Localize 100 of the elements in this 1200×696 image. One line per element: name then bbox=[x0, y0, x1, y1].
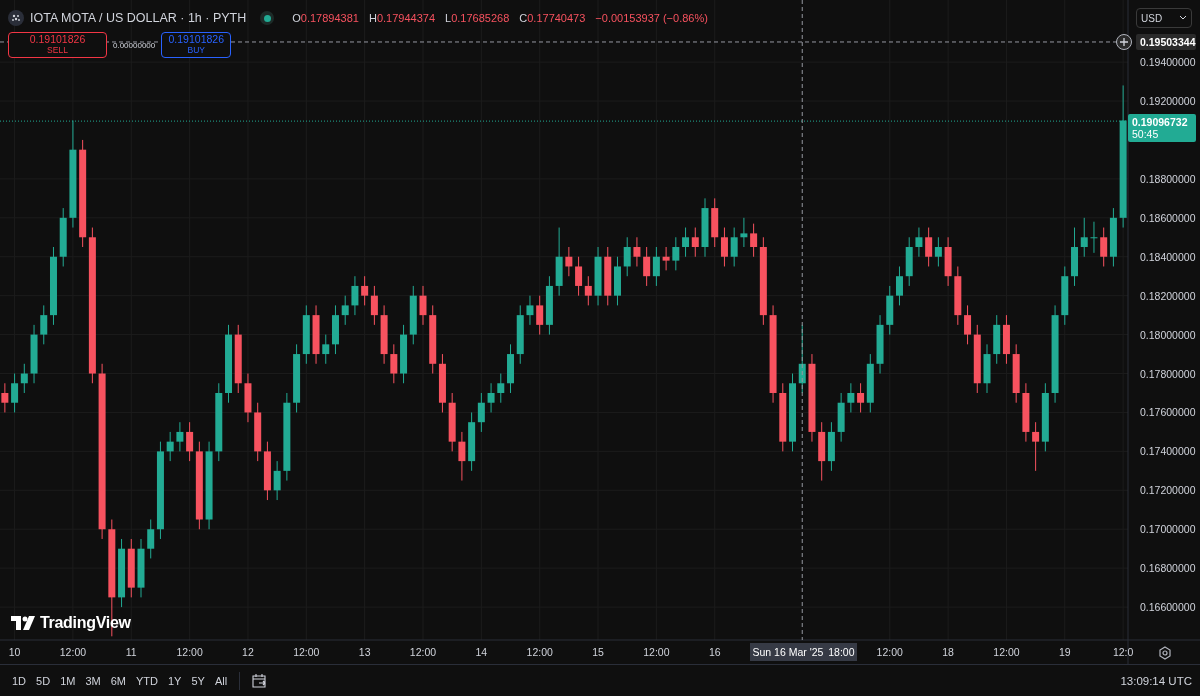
clock-text: 13:09:14 UTC bbox=[1120, 674, 1192, 687]
last-price-label: 0.19096732 50:45 bbox=[1128, 114, 1196, 143]
range-button[interactable]: YTD bbox=[131, 672, 162, 689]
range-button[interactable]: All bbox=[210, 672, 232, 689]
time-axis-label: 12:00 bbox=[293, 646, 320, 658]
time-axis-label: 13 bbox=[358, 646, 371, 658]
time-axis-label: 15 bbox=[592, 646, 604, 658]
candlestick bbox=[594, 246, 602, 306]
time-axis-label: 12:0 bbox=[1112, 646, 1134, 658]
candlestick bbox=[1061, 265, 1069, 326]
ohlc-value: O0.17894381 bbox=[292, 12, 359, 24]
range-button[interactable]: 3M bbox=[81, 672, 105, 689]
ohlc-value: C0.17740473 bbox=[519, 12, 586, 24]
time-axis-label: 12:00 bbox=[526, 646, 553, 658]
range-button[interactable]: 1D bbox=[8, 672, 31, 689]
candlestick bbox=[234, 324, 242, 394]
candlestick bbox=[623, 236, 631, 277]
price-axis-label: 0.16600000 bbox=[1140, 601, 1196, 614]
range-button[interactable]: 6M bbox=[106, 672, 130, 689]
price-axis-label: 0.19200000 bbox=[1140, 95, 1196, 107]
price-axis-label: 0.16800000 bbox=[1140, 562, 1196, 575]
candlestick bbox=[526, 295, 534, 326]
candlestick bbox=[1071, 227, 1078, 287]
time-axis-label: 10 bbox=[8, 646, 21, 658]
price-axis-label: 0.17800000 bbox=[1140, 367, 1196, 380]
candlestick bbox=[565, 246, 573, 277]
time-axis-label: 18 bbox=[942, 646, 954, 658]
time-axis-label: 14 bbox=[475, 646, 488, 658]
candlestick bbox=[614, 256, 621, 306]
price-axis-label: 0.18400000 bbox=[1140, 250, 1196, 263]
candlestick bbox=[332, 304, 339, 355]
price-axis-label: 0.18000000 bbox=[1140, 328, 1196, 341]
candlestick bbox=[847, 382, 855, 413]
ohlc-value: L0.17685268 bbox=[445, 12, 510, 24]
logo-icon bbox=[11, 616, 35, 630]
candlestick bbox=[380, 304, 388, 365]
time-axis-label: 12:00 bbox=[59, 646, 87, 658]
price-axis-label: 0.17000000 bbox=[1140, 523, 1196, 536]
candlestick bbox=[740, 217, 748, 248]
range-button[interactable]: 5Y bbox=[187, 672, 209, 689]
sell-button[interactable]: 0.19101826 SELL bbox=[8, 32, 107, 58]
buy-button[interactable]: 0.19101826 BUY bbox=[161, 32, 232, 58]
candlestick bbox=[604, 246, 612, 306]
candlestick bbox=[137, 538, 145, 598]
candlestick bbox=[516, 304, 524, 365]
range-button[interactable]: 5D bbox=[32, 672, 55, 689]
candlestick bbox=[915, 227, 923, 258]
ask-price-label: 0.19503344 bbox=[1136, 33, 1196, 50]
time-axis-label: 19 bbox=[1058, 646, 1071, 658]
candlestick bbox=[905, 236, 913, 287]
time-axis-label: 12:00 bbox=[876, 646, 903, 658]
candlestick bbox=[701, 197, 709, 258]
range-button[interactable]: 1Y bbox=[163, 672, 186, 689]
price-axis-label: 0.19400000 bbox=[1140, 56, 1196, 69]
time-axis-label: 11 bbox=[125, 646, 137, 658]
crosshair-time-label: Sun 16 Mar '25 18:00 bbox=[750, 643, 857, 661]
candlestick bbox=[30, 324, 38, 384]
candlestick bbox=[662, 246, 670, 271]
candlestick bbox=[40, 304, 48, 345]
range-button[interactable]: 1M bbox=[56, 672, 80, 689]
candlestick bbox=[876, 314, 884, 375]
time-axis-label: 12:00 bbox=[176, 646, 203, 658]
price-axis-label: 0.18600000 bbox=[1140, 211, 1196, 224]
price-change: −0.00153937 (−0.86%) bbox=[595, 12, 708, 24]
settings-icon[interactable] bbox=[1157, 645, 1173, 661]
time-axis-label: 12:00 bbox=[993, 646, 1020, 658]
candlestick bbox=[312, 304, 320, 365]
candlestick bbox=[59, 207, 67, 267]
candlestick bbox=[341, 295, 349, 326]
candlestick bbox=[351, 275, 359, 316]
candlestick bbox=[166, 431, 174, 462]
price-axis-label: 0.17600000 bbox=[1140, 406, 1196, 419]
time-axis-label: 16 bbox=[708, 646, 721, 658]
candlestick bbox=[419, 285, 427, 326]
spread-value: 0.00000000 bbox=[113, 40, 156, 50]
candlestick bbox=[896, 265, 903, 306]
candlestick bbox=[497, 373, 505, 404]
candlestick bbox=[487, 382, 495, 413]
candlestick bbox=[779, 382, 787, 452]
add-icon[interactable] bbox=[1116, 33, 1132, 50]
currency-dropdown[interactable]: USD bbox=[1136, 8, 1192, 28]
candlestick bbox=[1, 382, 9, 413]
time-axis-label: 12:00 bbox=[409, 646, 437, 658]
candlestick bbox=[1080, 217, 1088, 258]
candlestick bbox=[176, 421, 184, 452]
candlestick bbox=[944, 236, 952, 287]
candlestick bbox=[273, 460, 281, 501]
coin-icon bbox=[8, 10, 24, 26]
candlestick bbox=[837, 392, 845, 443]
candlestick bbox=[507, 343, 514, 394]
candlestick bbox=[1022, 382, 1030, 443]
price-axis-label: 0.18200000 bbox=[1140, 289, 1196, 302]
candlestick bbox=[244, 373, 252, 423]
candlestick bbox=[448, 392, 456, 452]
candlestick bbox=[633, 236, 641, 267]
time-axis-label: 12 bbox=[242, 646, 254, 658]
candlestick bbox=[555, 227, 563, 297]
candlestick bbox=[390, 343, 398, 384]
candlestick bbox=[983, 343, 991, 394]
candlestick bbox=[730, 227, 738, 267]
